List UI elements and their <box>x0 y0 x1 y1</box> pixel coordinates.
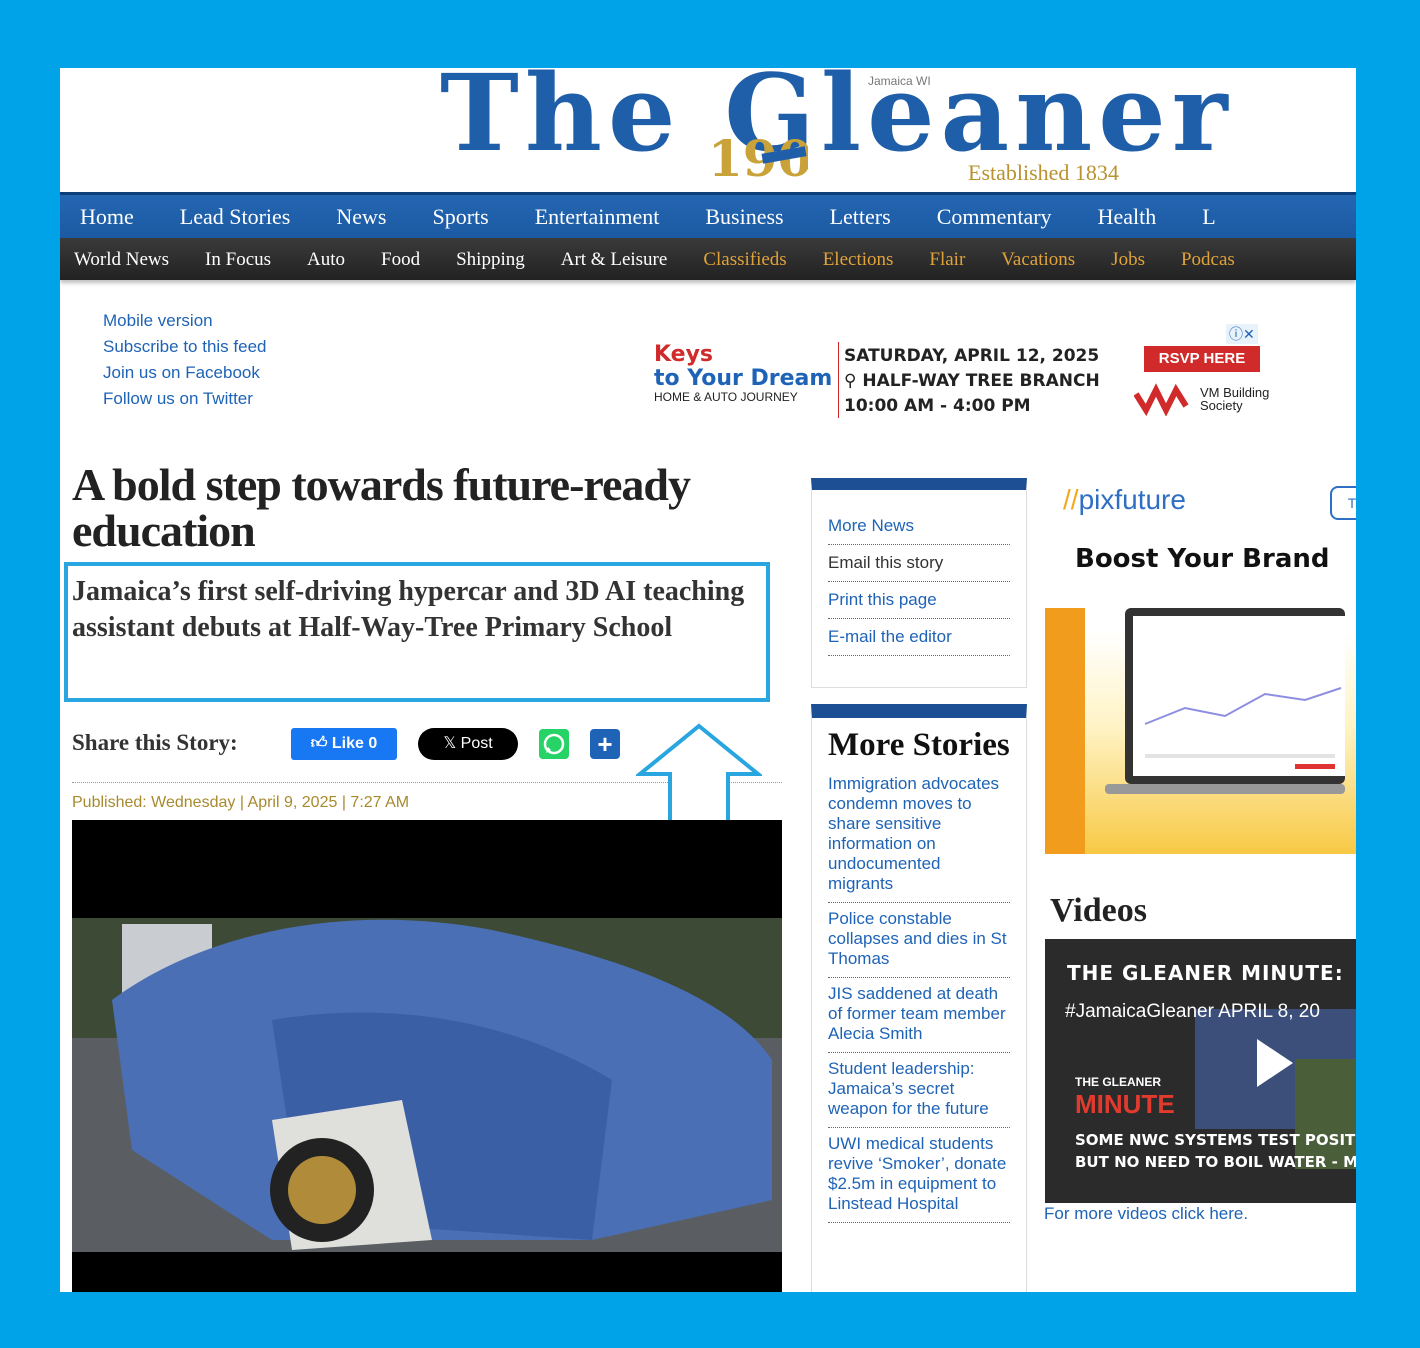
subscribe-feed-link[interactable]: Subscribe to this feed <box>103 334 266 360</box>
primary-nav: Home Lead Stories News Sports Entertainment B… <box>60 192 1356 238</box>
ad-tab[interactable]: T <box>1330 486 1356 520</box>
more-news-link[interactable]: More News <box>828 508 1010 545</box>
videos-title: Videos <box>1050 892 1147 929</box>
nav-item-entertainment[interactable]: Entertainment <box>535 195 660 238</box>
side-ad[interactable]: //pixfuture T Boost Your Brand <box>1045 468 1356 854</box>
share-label: Share this Story: <box>72 730 238 755</box>
ad-close-icon[interactable]: ⓘ✕ <box>1226 324 1258 344</box>
article-photo[interactable] <box>72 820 782 1292</box>
logo-location: Jamaica WI <box>868 74 931 88</box>
nav-item-letters[interactable]: Letters <box>830 195 891 238</box>
story-link[interactable]: JIS saddened at death of former team mem… <box>828 978 1010 1053</box>
nav-item-jobs[interactable]: Jobs <box>1111 238 1145 280</box>
video-player[interactable]: THE GLEANER MINUTE: #JamaicaGleaner APRI… <box>1045 939 1356 1203</box>
banner-ad[interactable]: Keys to Your Dream HOME & AUTO JOURNEY S… <box>648 322 1278 426</box>
story-link[interactable]: Immigration advocates condemn moves to s… <box>828 768 1010 903</box>
nav-item-commentary[interactable]: Commentary <box>937 195 1052 238</box>
ad-event-details: SATURDAY, APRIL 12, 2025 ⚲ HALF-WAY TREE… <box>844 344 1100 419</box>
video-brand-small: THE GLEANER <box>1075 1075 1162 1089</box>
laptop-illustration-icon <box>1105 608 1345 794</box>
story-tools: More News Email this story Print this pa… <box>811 478 1027 688</box>
published-date: Published: Wednesday | April 9, 2025 | 7… <box>72 794 410 811</box>
video-caption-line: BUT NO NEED TO BOIL WATER - MOH <box>1075 1153 1356 1171</box>
nav-item-news[interactable]: News <box>336 195 386 238</box>
article-subheadline: Jamaica’s first self-driving hypercar an… <box>72 576 745 643</box>
whatsapp-icon[interactable] <box>539 729 569 759</box>
up-arrow-annotation-icon <box>636 723 762 824</box>
facebook-link[interactable]: Join us on Facebook <box>103 360 266 386</box>
story-link[interactable]: UWI medical students revive ‘Smoker’, do… <box>828 1128 1010 1223</box>
video-title: THE GLEANER MINUTE: <box>1067 961 1344 985</box>
ad-accent <box>1045 608 1085 854</box>
more-videos-link[interactable]: For more videos click here. <box>1044 1204 1248 1224</box>
nav-item-classifieds[interactable]: Classifieds <box>703 238 786 280</box>
video-caption-line: SOME NWC SYSTEMS TEST POSITIVE <box>1075 1131 1356 1149</box>
ad-sponsor: VM Building Society <box>1200 385 1270 413</box>
nav-item-auto[interactable]: Auto <box>307 238 345 280</box>
twitter-link[interactable]: Follow us on Twitter <box>103 386 266 412</box>
masthead: The Gleaner Jamaica WI 190 Established 1… <box>60 68 1356 192</box>
ad-divider <box>838 342 839 418</box>
site-logo[interactable]: The Gleaner <box>440 68 1234 166</box>
x-post-button[interactable]: 𝕏 Post <box>418 728 518 760</box>
more-stories: More Stories Immigration advocates conde… <box>811 704 1027 1292</box>
story-link[interactable]: Student leadership: Jamaica’s secret wea… <box>828 1053 1010 1128</box>
established-tagline: Established 1834 <box>968 160 1119 185</box>
video-caption: SOME NWC SYSTEMS TEST POSITIVE BUT NO NE… <box>1075 1129 1356 1173</box>
nav-item-more[interactable]: L <box>1202 195 1215 238</box>
nav-item-sports[interactable]: Sports <box>432 195 488 238</box>
nav-item-world-news[interactable]: World News <box>74 238 169 280</box>
ad-headline: Boost Your Brand <box>1075 544 1330 574</box>
nav-item-in-focus[interactable]: In Focus <box>205 238 271 280</box>
nav-item-food[interactable]: Food <box>381 238 420 280</box>
thumbs-up-icon: 👍︎ <box>310 735 332 752</box>
nav-item-lead-stories[interactable]: Lead Stories <box>180 195 291 238</box>
article-headline: A bold step towards future-ready educati… <box>72 459 691 556</box>
story-link[interactable]: Police constable collapses and dies in S… <box>828 903 1010 978</box>
ad-location: ⚲ HALF-WAY TREE BRANCH <box>844 371 1100 391</box>
more-stories-title: More Stories <box>828 727 1010 763</box>
nav-item-shipping[interactable]: Shipping <box>456 238 525 280</box>
nav-item-health[interactable]: Health <box>1098 195 1157 238</box>
mobile-version-link[interactable]: Mobile version <box>103 308 266 334</box>
ad-brand-keys: Keys <box>654 342 714 367</box>
nav-item-podcasts[interactable]: Podcas <box>1181 238 1235 280</box>
rsvp-button[interactable]: RSVP HERE <box>1144 346 1260 372</box>
anniversary-badge: 190 <box>708 130 808 180</box>
ad-brand-sub: HOME & AUTO JOURNEY <box>654 390 798 404</box>
ad-brand-dream: to Your Dream <box>654 366 833 391</box>
pixfuture-logo: //pixfuture <box>1063 484 1186 516</box>
email-story-link[interactable]: Email this story <box>828 545 1010 582</box>
video-brand-large: MINUTE <box>1075 1089 1175 1119</box>
nav-item-home[interactable]: Home <box>80 195 134 238</box>
nav-item-flair[interactable]: Flair <box>929 238 965 280</box>
nav-item-art-leisure[interactable]: Art & Leisure <box>561 238 668 280</box>
print-page-link[interactable]: Print this page <box>828 582 1010 619</box>
video-hashtag: #JamaicaGleaner APRIL 8, 20 <box>1065 1001 1320 1022</box>
secondary-nav: World News In Focus Auto Food Shipping Art & … <box>60 238 1356 280</box>
ad-time: 10:00 AM - 4:00 PM <box>844 396 1031 416</box>
facebook-like-button[interactable]: 👍︎ Like 0 <box>291 728 397 760</box>
play-icon[interactable] <box>1257 1039 1293 1087</box>
nav-item-elections[interactable]: Elections <box>823 238 894 280</box>
pixfuture-name: pixfuture <box>1078 484 1186 515</box>
nav-item-business[interactable]: Business <box>705 195 783 238</box>
ad-date: SATURDAY, APRIL 12, 2025 <box>844 346 1100 366</box>
utility-links: Mobile version Subscribe to this feed Jo… <box>103 308 266 412</box>
share-plus-icon[interactable]: + <box>590 729 620 759</box>
pixfuture-slash: // <box>1063 484 1079 515</box>
email-editor-link[interactable]: E-mail the editor <box>828 619 1010 656</box>
web-page: The Gleaner Jamaica WI 190 Established 1… <box>60 68 1356 1292</box>
like-label: Like 0 <box>331 735 378 752</box>
nav-item-vacations[interactable]: Vacations <box>1001 238 1075 280</box>
